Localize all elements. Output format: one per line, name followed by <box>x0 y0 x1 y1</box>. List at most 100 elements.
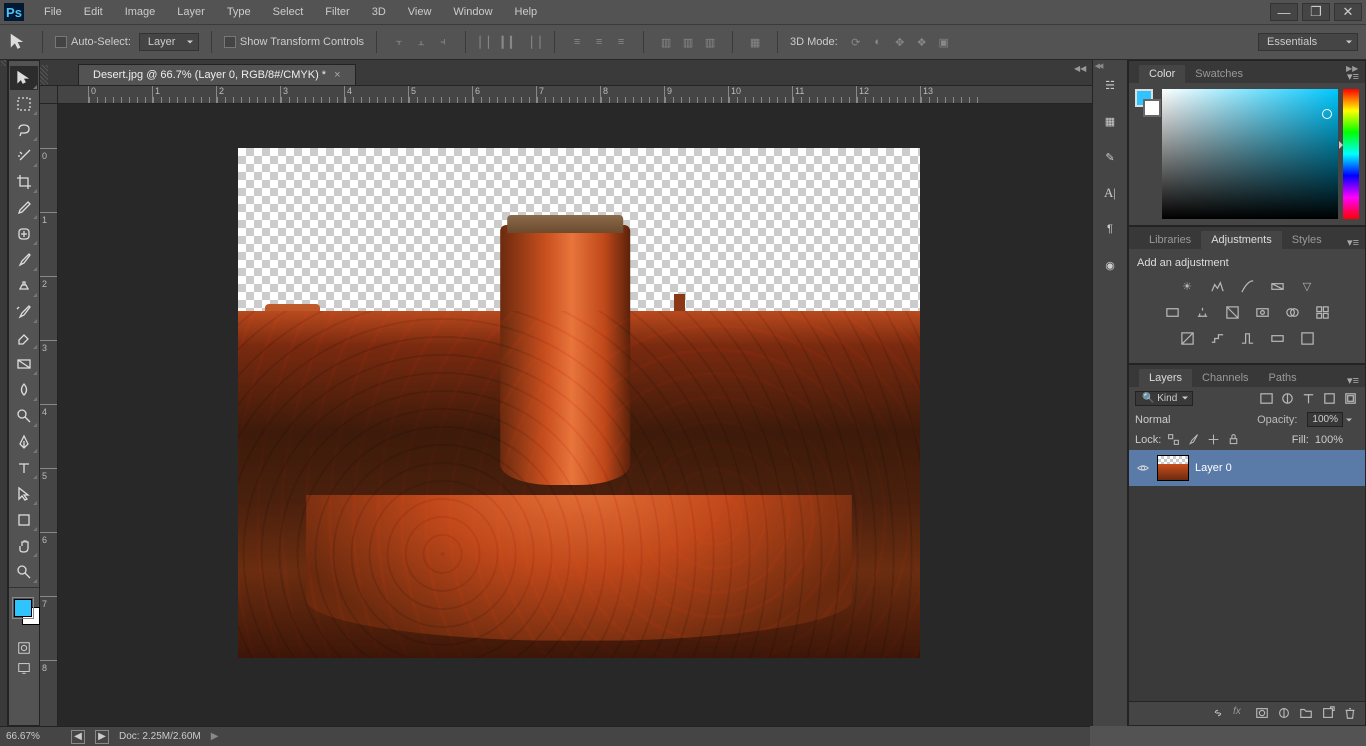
eyedropper-tool[interactable] <box>10 196 38 220</box>
filter-pixel-icon[interactable] <box>1257 390 1275 406</box>
exposure-icon[interactable] <box>1268 277 1286 295</box>
pen-tool[interactable] <box>10 430 38 454</box>
menu-type[interactable]: Type <box>217 3 261 21</box>
tab-channels[interactable]: Channels <box>1192 369 1258 387</box>
collapse-right-panels-icon[interactable]: ▶▶ <box>1346 64 1360 74</box>
properties-panel-icon[interactable]: ▦ <box>1099 110 1121 132</box>
tab-layers[interactable]: Layers <box>1139 369 1192 387</box>
align-left-icon[interactable]: ▏▏ <box>478 32 498 52</box>
ruler-origin[interactable] <box>40 86 58 104</box>
layer-group-icon[interactable] <box>1299 706 1315 722</box>
fill-value[interactable]: 100% <box>1315 434 1343 446</box>
align-right-icon[interactable]: ▕▕ <box>522 32 542 52</box>
menu-file[interactable]: File <box>34 3 72 21</box>
lock-position-icon[interactable] <box>1207 433 1221 447</box>
3d-slide-icon[interactable]: ❖ <box>912 32 932 52</box>
layer-row[interactable]: Layer 0 <box>1129 450 1365 486</box>
bw-icon[interactable] <box>1223 303 1241 321</box>
menu-select[interactable]: Select <box>263 3 314 21</box>
gradient-tool[interactable] <box>10 352 38 376</box>
opacity-value[interactable]: 100% <box>1307 412 1343 427</box>
distribute-vcenter-icon[interactable]: ≡ <box>589 32 609 52</box>
history-panel-icon[interactable]: ☵ <box>1099 74 1121 96</box>
lock-all-icon[interactable] <box>1227 433 1241 447</box>
3d-orbit-icon[interactable]: ⟳ <box>846 32 866 52</box>
horizontal-ruler[interactable]: 012345678910111213 <box>58 86 1092 104</box>
3d-scale-icon[interactable]: ▣ <box>934 32 954 52</box>
filter-shape-icon[interactable] <box>1320 390 1338 406</box>
menu-layer[interactable]: Layer <box>167 3 215 21</box>
close-tab-icon[interactable]: × <box>334 69 340 81</box>
vibrance-icon[interactable]: ▽ <box>1298 277 1316 295</box>
link-layers-icon[interactable] <box>1211 706 1227 722</box>
curves-icon[interactable] <box>1238 277 1256 295</box>
hand-tool[interactable] <box>10 534 38 558</box>
color-panel-bg[interactable] <box>1143 99 1161 117</box>
move-tool[interactable] <box>10 66 38 90</box>
3d-roll-icon[interactable]: ◐ <box>868 32 888 52</box>
distribute-top-icon[interactable]: ≡ <box>567 32 587 52</box>
distribute-bottom-icon[interactable]: ≡ <box>611 32 631 52</box>
crop-tool[interactable] <box>10 170 38 194</box>
delete-layer-icon[interactable] <box>1343 706 1359 722</box>
color-lookup-icon[interactable] <box>1313 303 1331 321</box>
status-nav-next-icon[interactable]: ▶ <box>95 730 109 744</box>
levels-icon[interactable] <box>1208 277 1226 295</box>
menu-window[interactable]: Window <box>443 3 502 21</box>
layer-filter-dropdown[interactable]: 🔍 Kind <box>1135 391 1193 406</box>
new-layer-icon[interactable] <box>1321 706 1337 722</box>
adjustment-layer-icon[interactable] <box>1277 706 1293 722</box>
tab-paths[interactable]: Paths <box>1259 369 1307 387</box>
filter-adjust-icon[interactable] <box>1278 390 1296 406</box>
color-field[interactable] <box>1162 89 1338 219</box>
tab-libraries[interactable]: Libraries <box>1139 231 1201 249</box>
color-balance-icon[interactable] <box>1193 303 1211 321</box>
show-transform-checkbox[interactable]: Show Transform Controls <box>224 36 364 48</box>
window-restore-button[interactable]: ❐ <box>1302 3 1330 21</box>
gradient-map-icon[interactable] <box>1268 329 1286 347</box>
color-swatches[interactable] <box>9 597 39 637</box>
brush-panel-icon[interactable]: ✎ <box>1099 146 1121 168</box>
healing-brush-tool[interactable] <box>10 222 38 246</box>
clone-stamp-tool[interactable] <box>10 274 38 298</box>
blend-mode-dropdown[interactable]: Normal <box>1135 414 1251 426</box>
layer-fx-icon[interactable]: fx <box>1233 706 1249 722</box>
eraser-tool[interactable] <box>10 326 38 350</box>
filter-type-icon[interactable] <box>1299 390 1317 406</box>
menu-image[interactable]: Image <box>115 3 166 21</box>
adjustments-panel-menu-icon[interactable]: ▾≡ <box>1341 236 1365 249</box>
navigator-panel-icon[interactable]: ◉ <box>1099 254 1121 276</box>
document-tab[interactable]: Desert.jpg @ 66.7% (Layer 0, RGB/8#/CMYK… <box>78 64 356 85</box>
tab-color[interactable]: Color <box>1139 65 1185 83</box>
distribute-hcenter-icon[interactable]: ▥ <box>678 32 698 52</box>
character-panel-icon[interactable]: A| <box>1099 182 1121 204</box>
hue-slider[interactable] <box>1343 89 1359 219</box>
quickmask-toggle[interactable] <box>11 639 37 657</box>
distribute-right-icon[interactable]: ▥ <box>700 32 720 52</box>
screen-mode-toggle[interactable] <box>11 659 37 677</box>
3d-pan-icon[interactable]: ✥ <box>890 32 910 52</box>
brush-tool[interactable] <box>10 248 38 272</box>
canvas[interactable] <box>238 148 920 658</box>
foreground-color[interactable] <box>14 599 32 617</box>
layers-panel-menu-icon[interactable]: ▾≡ <box>1341 374 1365 387</box>
posterize-icon[interactable] <box>1208 329 1226 347</box>
blur-tool[interactable] <box>10 378 38 402</box>
menu-filter[interactable]: Filter <box>315 3 359 21</box>
magic-wand-tool[interactable] <box>10 144 38 168</box>
workspace-dropdown[interactable]: Essentials <box>1258 33 1358 51</box>
filter-smart-icon[interactable] <box>1341 390 1359 406</box>
collapse-panels-icon[interactable]: ◀◀ <box>1074 64 1088 74</box>
doc-info[interactable]: Doc: 2.25M/2.60M <box>119 731 201 742</box>
photo-filter-icon[interactable] <box>1253 303 1271 321</box>
layer-visibility-icon[interactable] <box>1135 460 1151 476</box>
align-bottom-icon[interactable]: ⫞ <box>433 32 453 52</box>
paragraph-panel-icon[interactable]: ¶ <box>1099 218 1121 240</box>
dodge-tool[interactable] <box>10 404 38 428</box>
status-nav-prev-icon[interactable]: ◀ <box>71 730 85 744</box>
layer-mask-icon[interactable] <box>1255 706 1271 722</box>
vertical-ruler[interactable]: 012345678 <box>40 86 58 726</box>
brightness-icon[interactable]: ☀ <box>1178 277 1196 295</box>
menu-view[interactable]: View <box>398 3 442 21</box>
align-top-icon[interactable]: ⫟ <box>389 32 409 52</box>
